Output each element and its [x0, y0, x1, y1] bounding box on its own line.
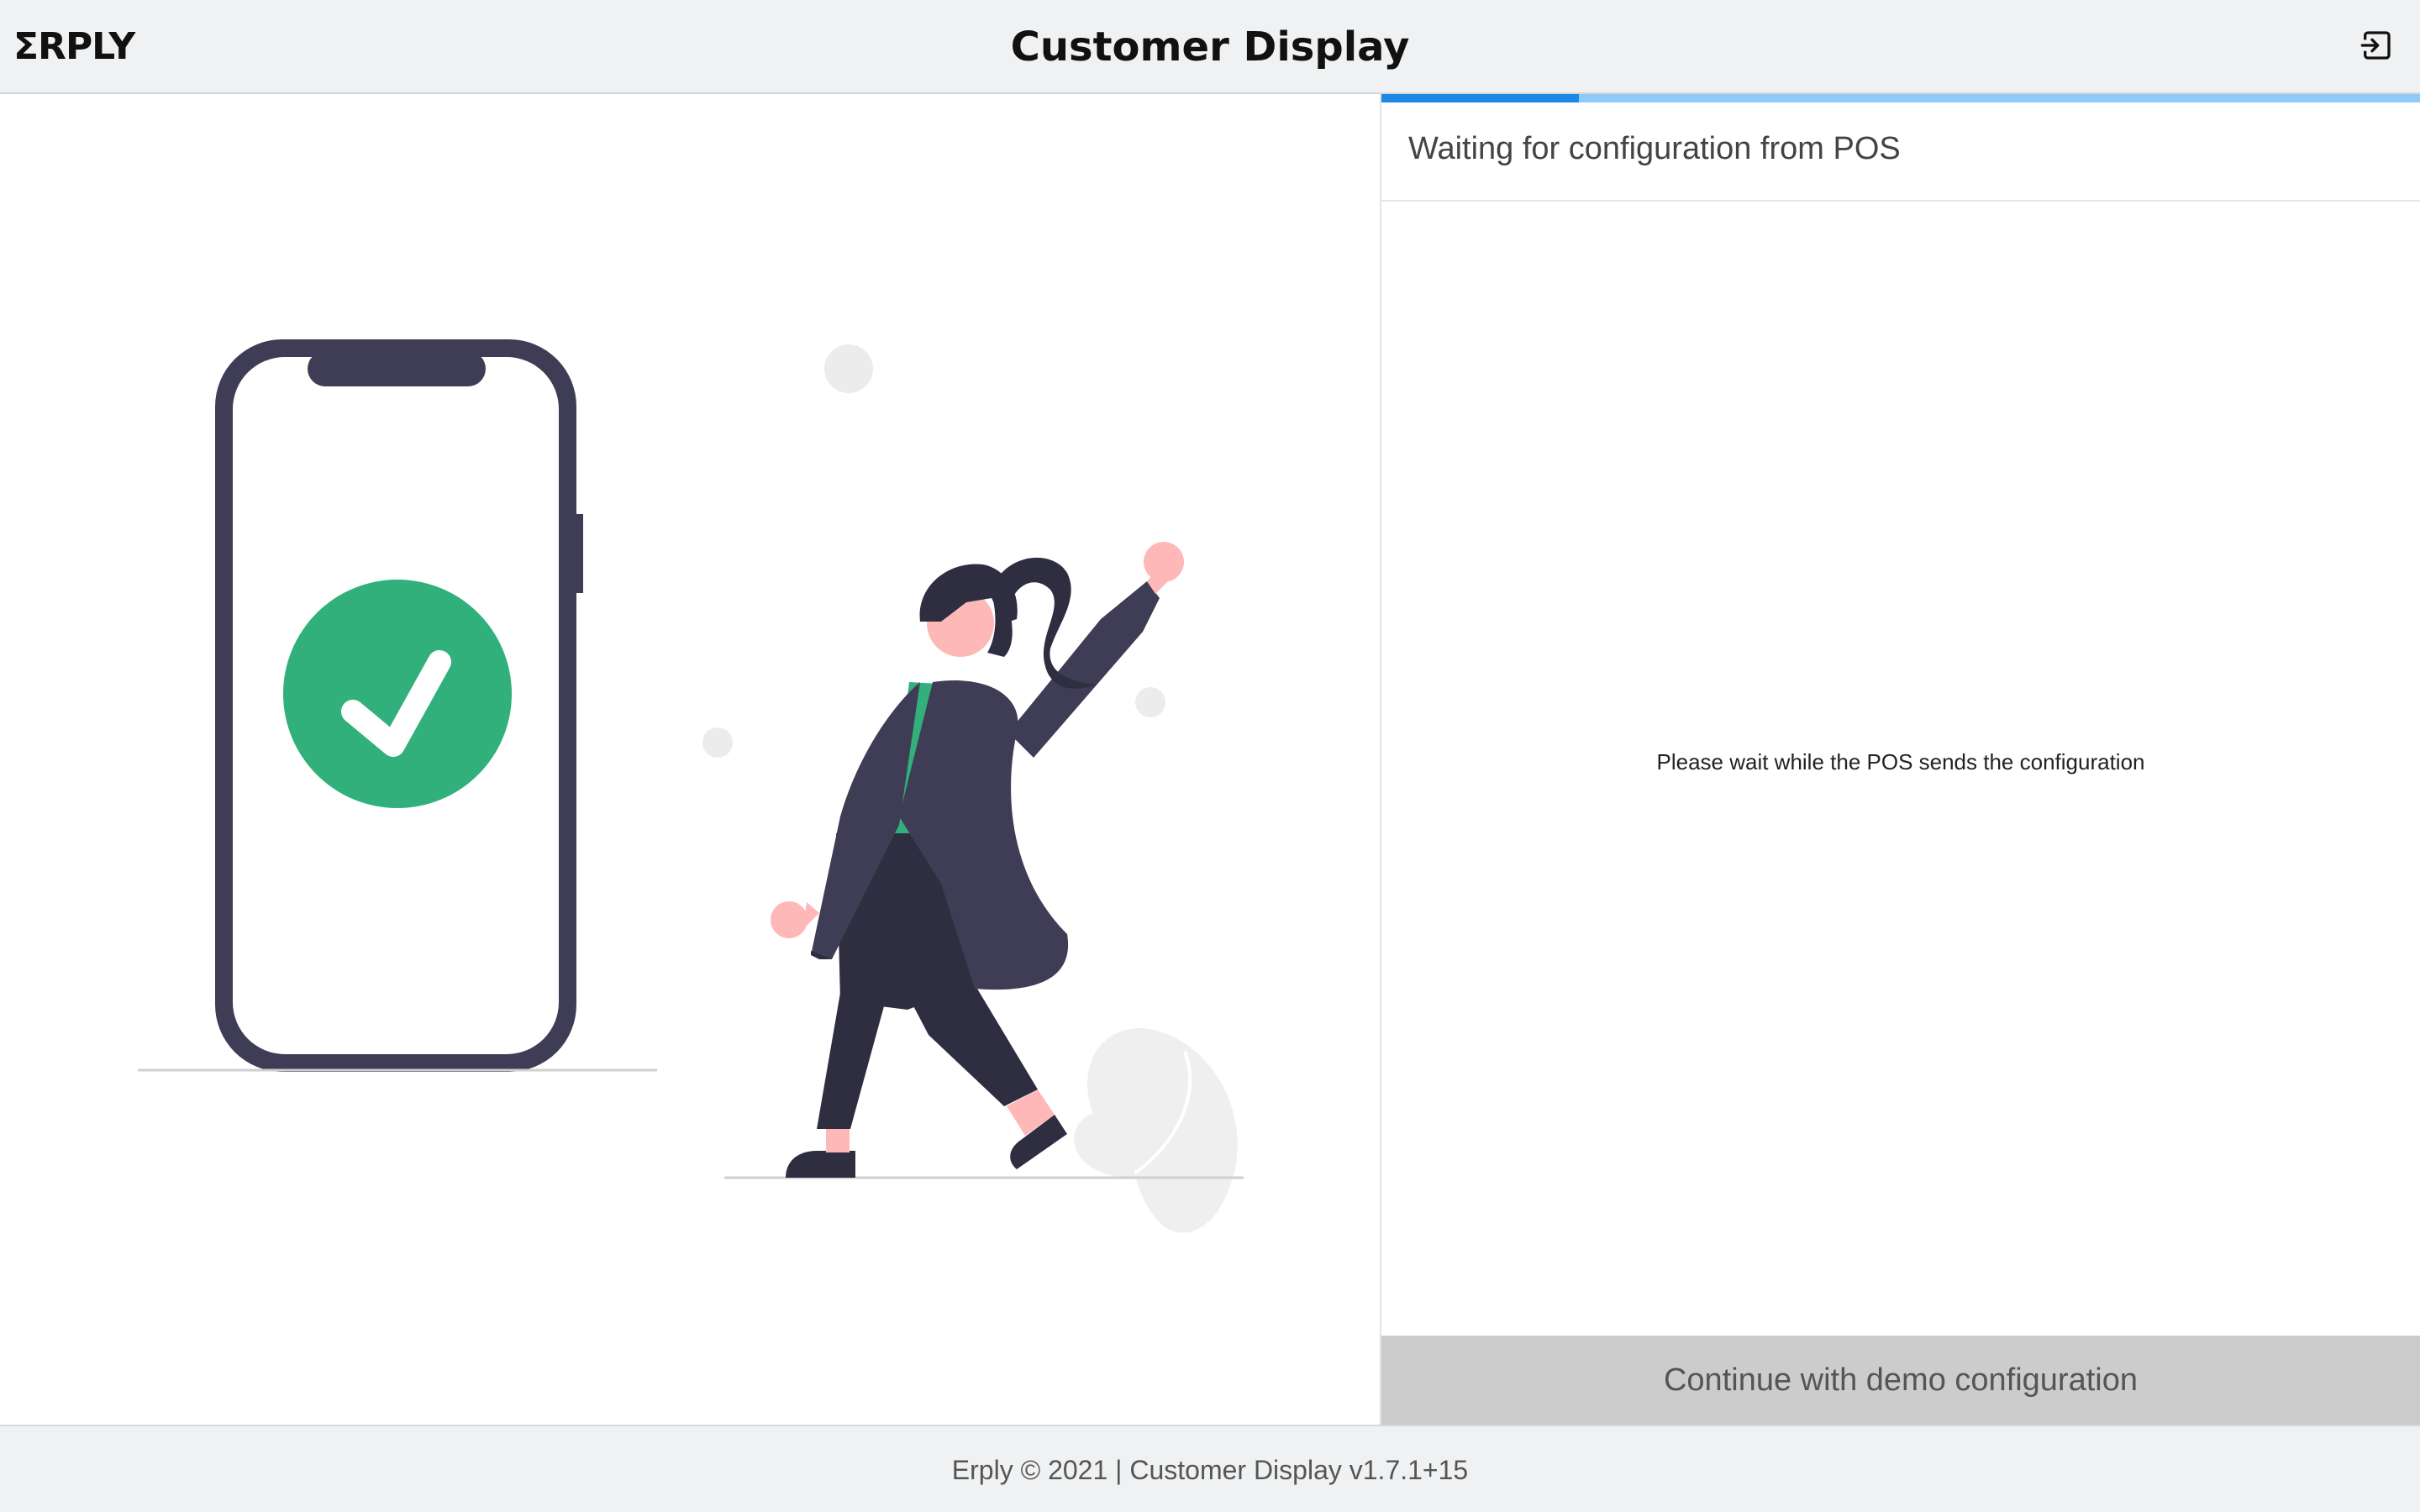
continue-demo-button[interactable]: Continue with demo configuration [1381, 1336, 2420, 1425]
config-panel: Waiting for configuration from POS Pleas… [1381, 94, 2420, 1425]
loading-progress-fill [1381, 94, 1579, 102]
app-header: ΣRPLY Customer Display [0, 0, 2420, 94]
illustration-pane [0, 94, 1381, 1425]
plant-decoration [1074, 1027, 1238, 1233]
success-illustration [138, 339, 1244, 1233]
app-footer: Erply © 2021 | Customer Display v1.7.1+1… [0, 1425, 2420, 1512]
waiting-message: Please wait while the POS sends the conf… [1656, 749, 2145, 774]
exit-icon[interactable] [2360, 29, 2393, 62]
page-title: Customer Display [1010, 24, 1410, 71]
loading-progress-bar [1381, 94, 2420, 102]
panel-heading: Waiting for configuration from POS [1381, 102, 2420, 202]
checkmark-icon [283, 580, 512, 808]
